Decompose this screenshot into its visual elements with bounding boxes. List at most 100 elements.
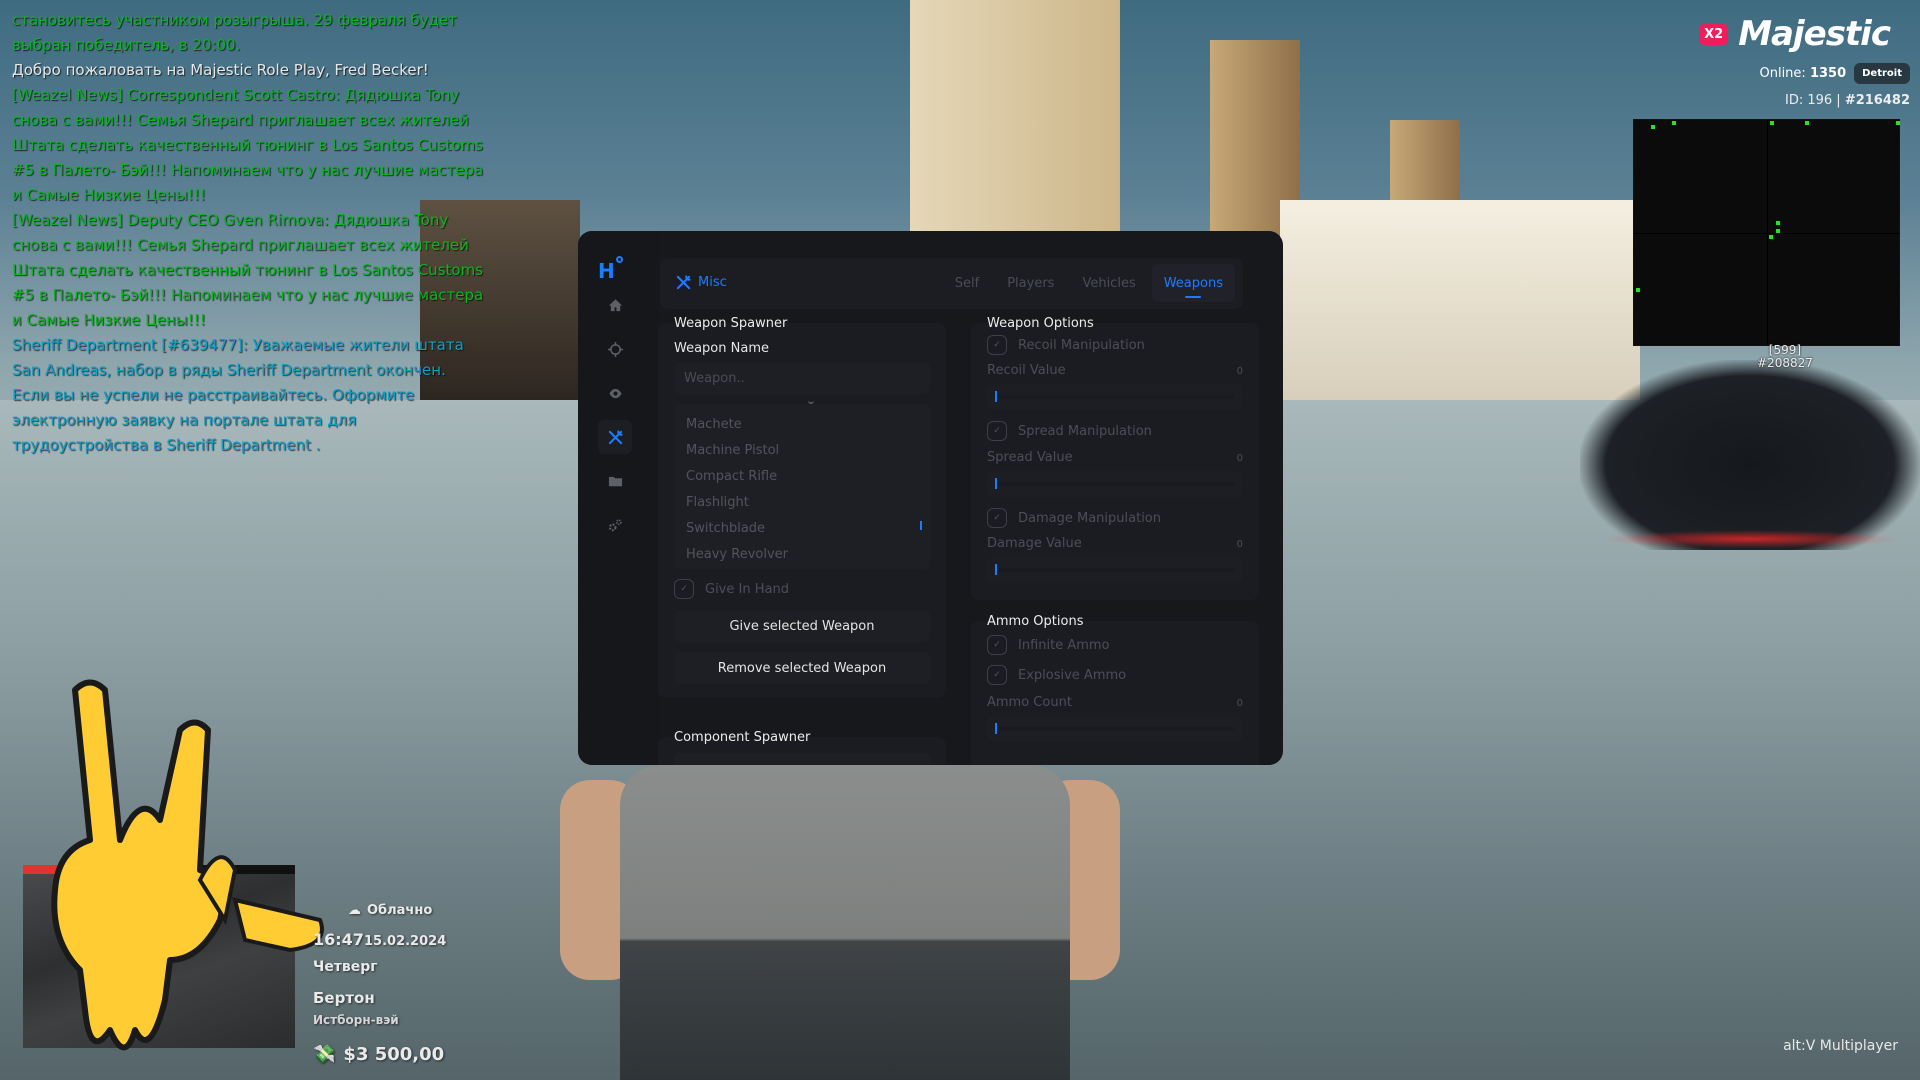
give-in-hand-label: Give In Hand — [705, 581, 789, 597]
sidebar-item-aim[interactable] — [598, 332, 632, 366]
component-spawner-field[interactable] — [674, 753, 930, 765]
weapon-name-label: Weapon Name — [674, 341, 769, 356]
infinite-ammo-row: ✓ Infinite Ammo — [987, 635, 1110, 655]
online-status: Online: 1350 Detroit — [1759, 63, 1910, 84]
tools-icon — [676, 275, 691, 290]
menu-logo: H — [598, 256, 624, 285]
spread-value: 0 — [1236, 453, 1243, 464]
check-icon: ✓ — [680, 584, 688, 594]
street: Истборн-вэй — [313, 1013, 399, 1027]
radar-blip — [1896, 121, 1900, 125]
damage-slider[interactable] — [987, 557, 1243, 583]
menu-sidebar: H — [578, 231, 658, 765]
weapon-spawner-card: Weapon Spawner Weapon Name Machete Machi… — [658, 316, 946, 698]
player-character — [620, 765, 1070, 1080]
check-icon: ✓ — [993, 426, 1001, 436]
remove-weapon-button[interactable]: Remove selected Weapon — [674, 652, 930, 684]
weapon-list-item[interactable]: Flashlight — [674, 490, 930, 516]
online-label: Online: 1350 — [1759, 66, 1847, 81]
clock-date: 15.02.2024 — [364, 934, 447, 949]
weapon-name-input[interactable] — [674, 362, 930, 394]
tabs: Self Players Vehicles Weapons — [943, 264, 1235, 302]
chat-line: [Weazel News] Correspondent Scott Castro… — [12, 86, 484, 204]
ammo-count-slider[interactable] — [987, 716, 1243, 742]
weapon-options-card: Weapon Options ✓ Recoil Manipulation Rec… — [971, 316, 1259, 600]
sidebar-item-misc[interactable] — [598, 420, 632, 454]
slider-thumb[interactable] — [995, 723, 997, 734]
ammo-options-card: Ammo Options ✓ Infinite Ammo ✓ Explosive… — [971, 614, 1259, 765]
radar-blip — [1776, 229, 1780, 233]
radar-blip — [1636, 288, 1640, 292]
sidebar-item-home[interactable] — [598, 288, 632, 322]
slider-thumb[interactable] — [995, 564, 997, 575]
radar-blip — [1769, 235, 1773, 239]
recoil-value: 0 — [1236, 366, 1243, 377]
sidebar-item-visuals[interactable] — [598, 376, 632, 410]
spread-checkbox[interactable]: ✓ — [987, 421, 1007, 441]
recoil-slider[interactable] — [987, 384, 1243, 410]
vehicle-tag-id: #208827 — [1757, 356, 1813, 370]
menu-content: Misc Self Players Vehicles Weapons Weapo… — [658, 231, 1283, 765]
infinite-ammo-label: Infinite Ammo — [1018, 637, 1110, 653]
tab-vehicles[interactable]: Vehicles — [1070, 264, 1147, 302]
chat-log: становитесь участником розыгрыша. 29 фев… — [12, 8, 487, 458]
ammo-count-value: 0 — [1236, 698, 1243, 709]
give-weapon-button[interactable]: Give selected Weapon — [674, 610, 930, 642]
slider-thumb[interactable] — [995, 478, 997, 489]
weekday: Четверг — [313, 959, 378, 975]
folder-icon — [608, 476, 622, 486]
radar-overlay — [1633, 119, 1900, 346]
ammo-count-label: Ammo Count — [987, 695, 1072, 710]
sidebar-item-files[interactable] — [598, 464, 632, 498]
weapon-list: Machete Machine Pistol Compact Rifle Fla… — [674, 404, 930, 569]
crosshair-icon — [607, 341, 623, 357]
check-icon: ✓ — [993, 670, 1001, 680]
tab-self[interactable]: Self — [943, 264, 991, 302]
give-in-hand-checkbox[interactable]: ✓ — [674, 579, 694, 599]
weapon-list-item[interactable]: Machete — [674, 412, 930, 438]
weapon-list-item[interactable]: Heavy Revolver — [674, 542, 930, 568]
slider-thumb[interactable] — [995, 391, 997, 402]
server-logo: Majestic — [1738, 14, 1891, 54]
chat-line: Sheriff Department [#639477]: Уважаемые … — [12, 336, 464, 454]
home-icon — [608, 298, 622, 311]
check-icon: ✓ — [993, 640, 1001, 650]
vehicle — [1580, 360, 1920, 550]
recoil-label: Recoil Manipulation — [1018, 337, 1145, 353]
recoil-row: ✓ Recoil Manipulation — [987, 335, 1145, 355]
multiplier-badge: X2 — [1699, 23, 1729, 45]
damage-label: Damage Manipulation — [1018, 510, 1161, 526]
radar-blip — [1651, 125, 1655, 129]
damage-row: ✓ Damage Manipulation — [987, 508, 1161, 528]
chat-line: становитесь участником розыгрыша. 29 фев… — [12, 11, 457, 54]
mod-menu-panel: H Misc Self Players Vehicles Weapons Wea… — [578, 231, 1283, 765]
spread-slider[interactable] — [987, 471, 1243, 497]
tab-bar: Misc Self Players Vehicles Weapons — [660, 258, 1243, 309]
vehicle-tag: [599] #208827 — [1757, 344, 1813, 370]
damage-value: 0 — [1236, 539, 1243, 550]
damage-checkbox[interactable]: ✓ — [987, 508, 1007, 528]
weapon-list-item[interactable]: Machine Pistol — [674, 438, 930, 464]
weapon-spawner-title: Weapon Spawner — [674, 316, 788, 331]
cash-icon: 💸 — [313, 1044, 336, 1065]
eye-icon — [608, 388, 622, 398]
infinite-ammo-checkbox[interactable]: ✓ — [987, 635, 1007, 655]
sidebar-item-settings[interactable] — [598, 508, 632, 542]
radar-blip — [1770, 121, 1774, 125]
weather-cloudy-moon-icon: ☁ — [348, 903, 361, 918]
explosive-ammo-checkbox[interactable]: ✓ — [987, 665, 1007, 685]
weapon-list-item[interactable]: Compact Rifle — [674, 464, 930, 490]
weapon-list-scrollbar[interactable] — [920, 521, 922, 530]
spread-value-label: Spread Value — [987, 450, 1073, 465]
weapon-list-item[interactable]: Switchblade — [674, 516, 930, 542]
platform-watermark: alt:V Multiplayer — [1783, 1038, 1898, 1054]
clock-time: 16:47 — [313, 930, 364, 949]
check-icon: ✓ — [993, 513, 1001, 523]
component-spawner-card: Component Spawner — [658, 730, 946, 765]
tab-weapons[interactable]: Weapons — [1151, 264, 1235, 302]
tools-icon — [608, 429, 623, 444]
tab-players[interactable]: Players — [995, 264, 1066, 302]
streamer-logo — [51, 679, 324, 1051]
recoil-checkbox[interactable]: ✓ — [987, 335, 1007, 355]
money: 💸 $3 500,00 — [313, 1044, 445, 1065]
